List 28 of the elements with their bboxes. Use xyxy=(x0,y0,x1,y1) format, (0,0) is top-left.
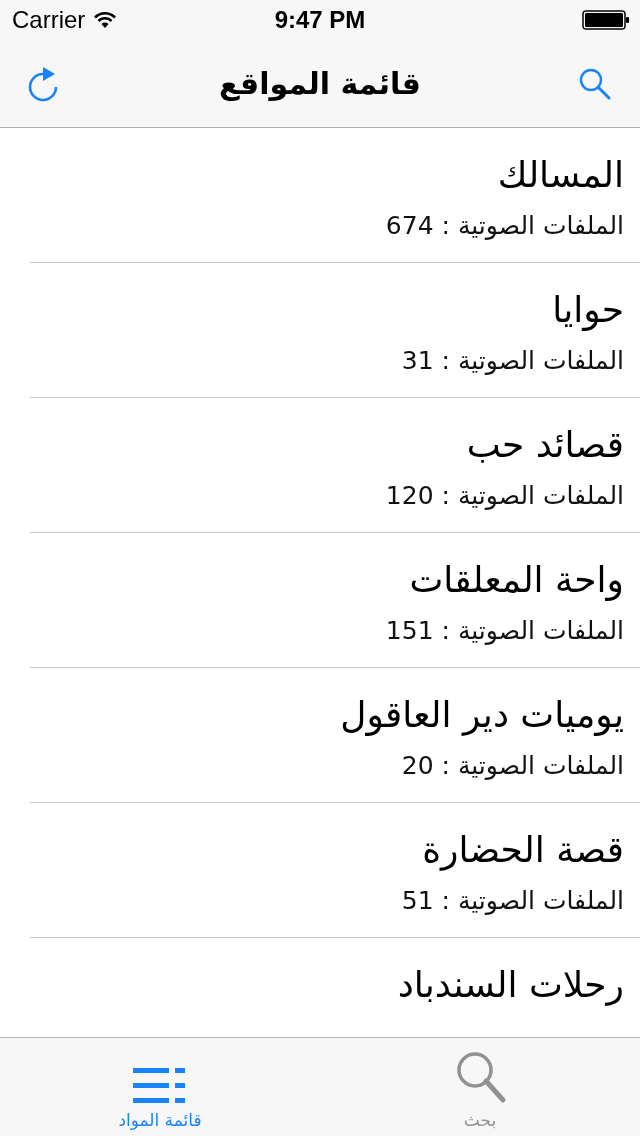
site-title: يوميات دير العاقول xyxy=(340,693,624,738)
list-icon xyxy=(133,1066,187,1104)
site-title: رحلات السندباد xyxy=(397,963,624,1008)
battery-icon xyxy=(582,10,630,30)
carrier-name: Carrier xyxy=(12,6,86,34)
site-title: المسالك xyxy=(497,153,624,197)
site-title: قصة الحضارة xyxy=(422,828,624,873)
site-title: قصائد حب xyxy=(466,423,624,467)
site-list-item[interactable]: يوميات دير العاقول الملفات الصوتية : 20 xyxy=(30,668,640,803)
audio-file-count: الملفات الصوتية : 120 xyxy=(385,480,624,512)
site-list-item[interactable]: حوايا الملفات الصوتية : 31 xyxy=(30,263,640,398)
audio-file-count: الملفات الصوتية : 51 xyxy=(401,885,624,917)
status-time: 9:47 PM xyxy=(274,6,366,34)
site-title: حوايا xyxy=(552,288,624,333)
site-list-item[interactable]: واحة المعلقات الملفات الصوتية : 151 xyxy=(30,533,640,668)
site-list-item[interactable]: المسالك الملفات الصوتية : 674 xyxy=(30,128,640,263)
tab-item[interactable]: قائمة المواد xyxy=(0,1038,320,1136)
site-list-item[interactable]: قصة الحضارة الملفات الصوتية : 51 xyxy=(30,803,640,938)
search-button[interactable] xyxy=(578,66,612,101)
search-icon xyxy=(578,66,612,101)
site-title: واحة المعلقات xyxy=(409,558,624,603)
audio-file-count: الملفات الصوتية : 31 xyxy=(401,345,624,377)
audio-file-count: الملفات الصوتية : 20 xyxy=(401,750,624,782)
audio-file-count: الملفات الصوتية : 674 xyxy=(385,210,624,242)
audio-file-count: الملفات الصوتية : 151 xyxy=(385,615,624,647)
window-title: قائمة المواقع xyxy=(219,66,421,101)
wifi-icon xyxy=(93,11,118,29)
site-list-item[interactable]: قصائد حب الملفات الصوتية : 120 xyxy=(30,398,640,533)
